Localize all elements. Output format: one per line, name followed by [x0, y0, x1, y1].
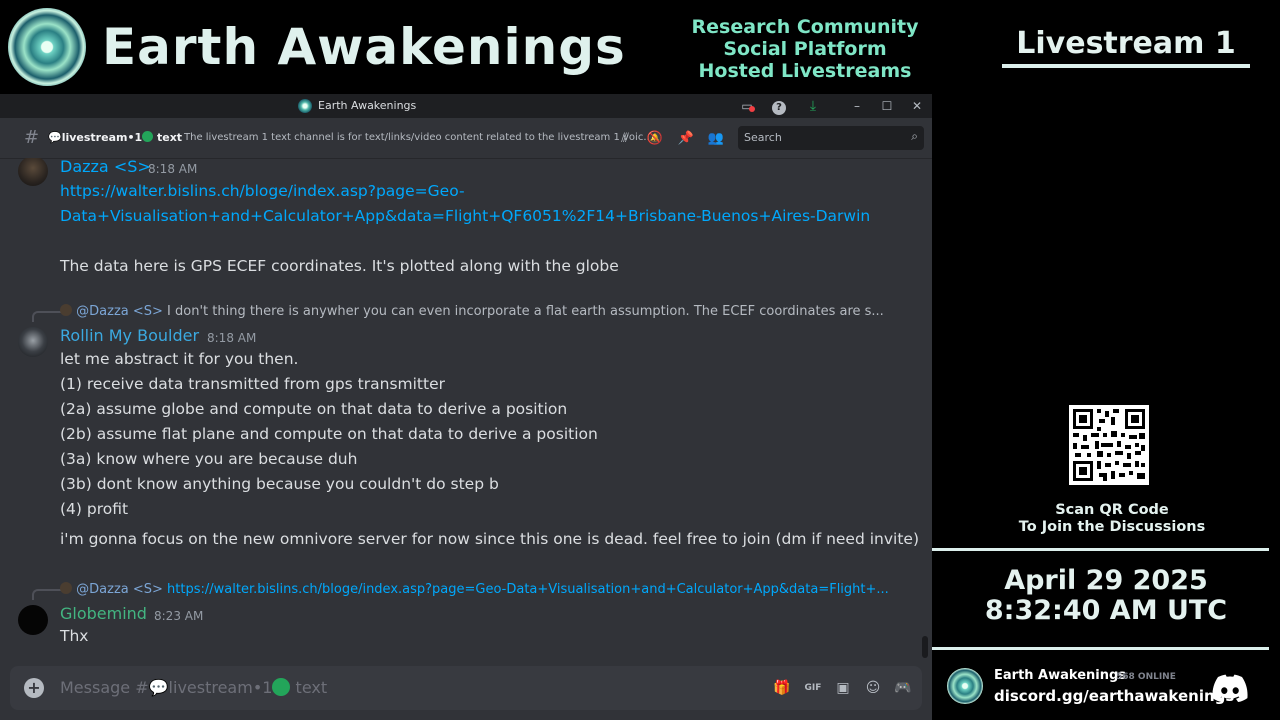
message-timestamp: 8:18 AM: [148, 162, 198, 176]
promo-line: Hosted Livestreams: [698, 60, 912, 82]
reply-avatar: [60, 582, 72, 594]
online-count: 568 ONLINE: [1116, 672, 1176, 682]
server-name: Earth Awakenings: [994, 668, 1127, 683]
threads-icon[interactable]: ⫻: [616, 130, 634, 148]
discord-window: Earth Awakenings ▭ ? ⤓ – ☐ ✕ # 💬livestre…: [0, 94, 932, 720]
member-list-icon[interactable]: 👥: [707, 130, 725, 148]
avatar[interactable]: [18, 158, 48, 186]
reply-author: @Dazza <S>: [76, 582, 163, 597]
channel-name[interactable]: 💬livestream•1 text: [48, 130, 182, 146]
promo-line: Research Community: [691, 16, 919, 38]
avatar[interactable]: [18, 327, 48, 357]
message-line: (2b) assume flat plane and compute on th…: [60, 425, 598, 443]
avatar[interactable]: [18, 605, 48, 635]
notification-dot: [749, 106, 755, 112]
minimize-icon[interactable]: –: [848, 97, 866, 115]
search-placeholder: Search: [744, 131, 782, 144]
download-icon[interactable]: ⤓: [804, 97, 822, 115]
message-line: (1) receive data transmitted from gps tr…: [60, 375, 445, 393]
close-icon[interactable]: ✕: [908, 97, 926, 115]
message-line: (3a) know where you are because duh: [60, 450, 358, 468]
message-text: Thx: [60, 627, 89, 645]
message-line: (3b) dont know anything because you coul…: [60, 475, 499, 493]
message-link[interactable]: Data+Visualisation+and+Calculator+App&da…: [60, 204, 870, 229]
reply-connector: [32, 589, 62, 600]
message-composer[interactable]: + Message #💬livestream•1 text 🎁 GIF ▣ ☺ …: [10, 666, 922, 710]
message-author[interactable]: Dazza <S>: [60, 158, 151, 177]
qr-code: [1069, 405, 1149, 485]
reply-author: @Dazza <S>: [76, 304, 163, 319]
sticker-icon[interactable]: ▣: [833, 678, 853, 698]
message-line: (2a) assume globe and compute on that da…: [60, 400, 568, 418]
reply-text: https://walter.bislins.ch/bloge/index.as…: [167, 582, 889, 597]
scrollbar-thumb[interactable]: [922, 636, 928, 658]
divider: [932, 548, 1269, 551]
message-input[interactable]: Message #💬livestream•1 text: [60, 677, 327, 699]
gift-icon[interactable]: 🎁: [772, 678, 792, 698]
green-circle-icon: [272, 678, 291, 696]
time-text: 8:32:40 AM UTC: [984, 595, 1228, 626]
message-text: The data here is GPS ECEF coordinates. I…: [60, 257, 619, 275]
search-icon: ⌕: [911, 129, 918, 143]
livestream-title: Livestream 1: [1016, 26, 1236, 61]
window-titlebar: Earth Awakenings ▭ ? ⤓ – ☐ ✕: [0, 94, 932, 118]
earth-awakenings-logo: [8, 8, 86, 86]
speech-bubble-icon: 💬: [148, 678, 169, 697]
reply-connector: [32, 311, 62, 322]
stream-header: Earth Awakenings Research Community Soci…: [0, 0, 1280, 94]
discord-logo-icon: [1212, 674, 1248, 702]
date-time-display: April 29 2025 8:32:40 AM UTC: [960, 566, 1252, 626]
invite-link: discord.gg/earthawakenings: [994, 687, 1235, 705]
green-circle-icon: [142, 131, 154, 142]
qr-caption: Scan QR Code To Join the Discussions: [1018, 502, 1206, 535]
brand-title: Earth Awakenings: [102, 18, 626, 76]
message-line: let me abstract it for you then.: [60, 350, 299, 368]
reply-preview[interactable]: @Dazza <S> https://walter.bislins.ch/blo…: [60, 581, 910, 599]
divider: [932, 647, 1269, 650]
message-link[interactable]: https://walter.bislins.ch/bloge/index.as…: [60, 179, 465, 204]
speech-bubble-icon: 💬: [48, 131, 62, 144]
message-timestamp: 8:23 AM: [154, 609, 204, 623]
promo-text: Research Community Social Platform Hoste…: [660, 16, 950, 82]
maximize-icon[interactable]: ☐: [878, 97, 896, 115]
channel-header: # 💬livestream•1 text The livestream 1 te…: [0, 118, 932, 159]
livestream-underline: [1002, 64, 1250, 68]
pinned-messages-icon[interactable]: 📌: [677, 130, 695, 148]
emoji-icon[interactable]: ☺: [863, 678, 883, 698]
gif-icon[interactable]: GIF: [803, 678, 823, 698]
add-attachment-button[interactable]: +: [24, 678, 44, 698]
message-author[interactable]: Rollin My Boulder: [60, 326, 199, 346]
message-line: (4) profit: [60, 500, 129, 518]
notification-muted-icon[interactable]: 🔕: [646, 130, 664, 148]
reply-avatar: [60, 304, 72, 316]
promo-line: Social Platform: [723, 38, 887, 60]
window-title: Earth Awakenings: [318, 99, 417, 112]
message-timestamp: 8:18 AM: [207, 331, 257, 345]
date-text: April 29 2025: [1004, 565, 1208, 596]
channel-hash-icon: #: [24, 127, 40, 148]
message-author[interactable]: Globemind: [60, 604, 147, 624]
message-text: i'm gonna focus on the new omnivore serv…: [60, 530, 920, 548]
reply-preview[interactable]: @Dazza <S> I don't thing there is anywhe…: [60, 303, 910, 321]
server-icon: [298, 99, 312, 113]
help-icon[interactable]: ?: [770, 97, 788, 115]
channel-topic[interactable]: The livestream 1 text channel is for tex…: [184, 131, 653, 145]
reply-text: I don't thing there is anywher you can e…: [167, 304, 884, 319]
server-logo: [947, 668, 983, 704]
activities-icon[interactable]: 🎮: [893, 678, 913, 698]
search-input[interactable]: Search ⌕: [738, 126, 924, 150]
qr-code-graphic: [1073, 409, 1145, 481]
message-list[interactable]: Dazza <S> 8:18 AM https://walter.bislins…: [0, 158, 932, 662]
